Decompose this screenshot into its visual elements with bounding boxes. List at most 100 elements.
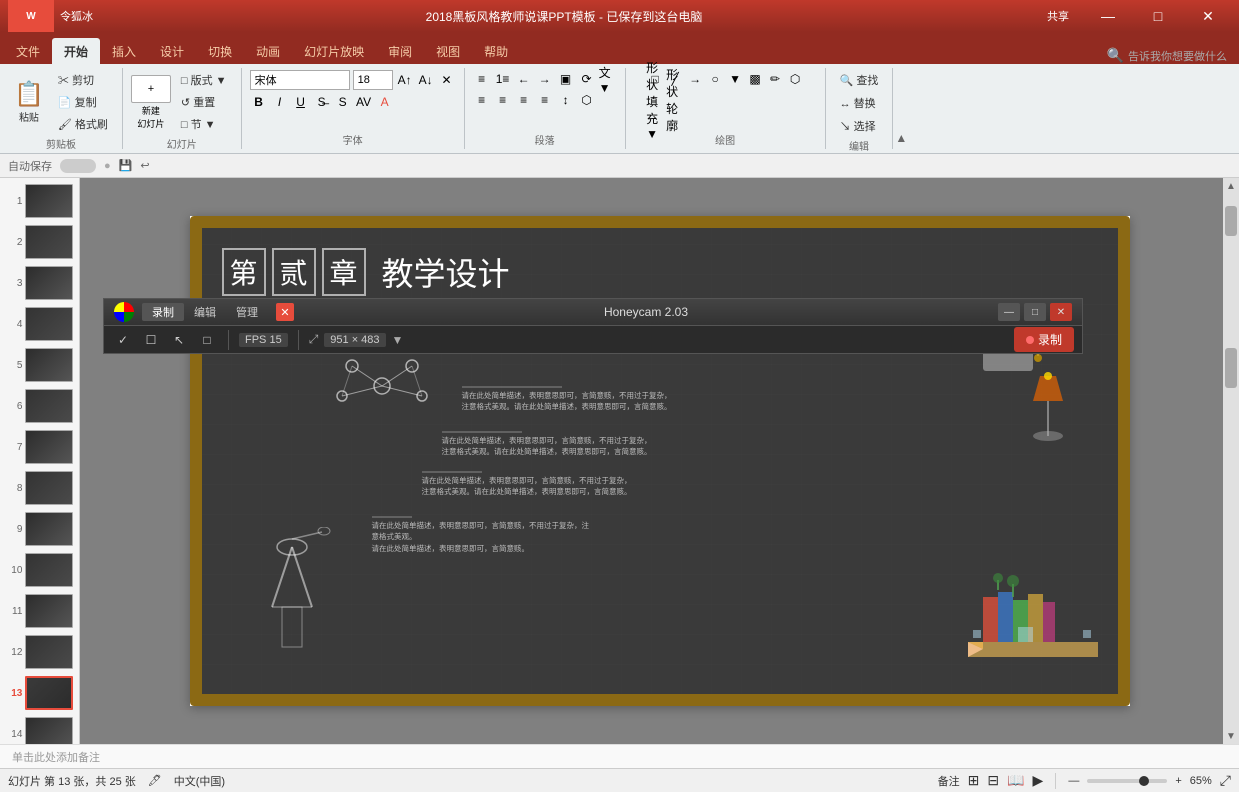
slide-thumb-10[interactable]: 10: [4, 551, 75, 589]
copy-button[interactable]: 📄 复制: [52, 92, 114, 112]
text-direction-button[interactable]: ⟳: [578, 70, 596, 88]
char-spacing-button[interactable]: AV: [355, 93, 373, 111]
slide-layout-button[interactable]: □ 版式 ▼: [175, 70, 233, 90]
cut-button[interactable]: ✂ 剪切: [52, 70, 114, 90]
save-icon[interactable]: 💾: [119, 159, 133, 172]
font-color-button[interactable]: A: [376, 93, 394, 111]
slide-thumb-9[interactable]: 9: [4, 510, 75, 548]
honeycam-rect-select[interactable]: □: [196, 329, 218, 351]
slide-thumb-6[interactable]: 6: [4, 387, 75, 425]
honeycam-maximize[interactable]: □: [1024, 303, 1046, 321]
line-spacing[interactable]: ↕: [557, 91, 575, 109]
honeycam-tab-edit[interactable]: 编辑: [184, 303, 226, 321]
honeycam-size[interactable]: 951 × 483: [324, 333, 385, 347]
tab-animations[interactable]: 动画: [244, 38, 292, 64]
shape-outline-btn[interactable]: 形状轮廓: [666, 91, 684, 109]
view-slideshow[interactable]: ▶: [1033, 772, 1044, 789]
view-slide-sorter[interactable]: ⊟: [987, 772, 999, 789]
tab-file[interactable]: 文件: [4, 38, 52, 64]
scroll-down-arrow[interactable]: ▼: [1223, 728, 1239, 744]
slide-thumb-12[interactable]: 12: [4, 633, 75, 671]
slide-thumb-14[interactable]: 14: [4, 715, 75, 744]
italic-button[interactable]: I: [271, 93, 289, 111]
ribbon-collapse[interactable]: ▲: [895, 131, 907, 145]
convert-smartart[interactable]: ⬡: [578, 91, 596, 109]
view-normal[interactable]: ⊞: [968, 772, 980, 789]
close-button[interactable]: ✕: [1185, 0, 1231, 32]
shape-circle[interactable]: ○: [706, 70, 724, 88]
new-slide-button[interactable]: +: [131, 75, 171, 103]
honeycam-minimize[interactable]: —: [998, 303, 1020, 321]
shadow-button[interactable]: S: [334, 93, 352, 111]
honeycam-dropdown[interactable]: ▼: [392, 333, 404, 347]
honeycam-close-tab[interactable]: ✕: [276, 303, 294, 321]
shape-arrow[interactable]: →: [686, 70, 704, 88]
honeycam-tab-record[interactable]: 录制: [142, 303, 184, 321]
tab-transitions[interactable]: 切换: [196, 38, 244, 64]
align-left[interactable]: ≡: [473, 91, 491, 109]
slide-thumb-1[interactable]: 1: [4, 182, 75, 220]
zoom-in[interactable]: +: [1175, 775, 1181, 787]
font-size-up[interactable]: A↑: [396, 71, 414, 89]
slide-thumb-5[interactable]: 5: [4, 346, 75, 384]
zoom-out[interactable]: —: [1068, 775, 1079, 787]
honeycam-fps[interactable]: FPS 15: [239, 333, 288, 347]
tab-insert[interactable]: 插入: [100, 38, 148, 64]
replace-button[interactable]: ↔ 替换: [834, 93, 885, 113]
view-reading[interactable]: 📖: [1007, 772, 1024, 789]
effects-btn[interactable]: ⬡: [786, 70, 804, 88]
honeycam-tab-manage[interactable]: 管理: [226, 303, 268, 321]
autosave-toggle[interactable]: [60, 159, 96, 173]
justify[interactable]: ≡: [536, 91, 554, 109]
slide-thumb-3[interactable]: 3: [4, 264, 75, 302]
find-button[interactable]: 🔍 查找: [834, 70, 885, 90]
scroll-thumb[interactable]: [1225, 348, 1237, 388]
search-placeholder[interactable]: 告诉我你想要做什么: [1128, 48, 1227, 64]
fill-color[interactable]: ▩: [746, 70, 764, 88]
align-center[interactable]: ≡: [494, 91, 512, 109]
increase-indent[interactable]: →: [536, 70, 554, 88]
tab-slideshow[interactable]: 幻灯片放映: [292, 38, 376, 64]
honeycam-record-button[interactable]: 录制: [1014, 327, 1074, 352]
slide-thumb-11[interactable]: 11: [4, 592, 75, 630]
font-selector[interactable]: 宋体: [250, 70, 350, 90]
text-align-button[interactable]: 文▼: [599, 70, 617, 88]
bold-button[interactable]: B: [250, 93, 268, 111]
section-button[interactable]: □ 节 ▼: [175, 114, 233, 134]
tab-home[interactable]: 开始: [52, 38, 100, 64]
scroll-thumb-up[interactable]: [1225, 206, 1237, 236]
strikethrough-button[interactable]: S̶: [313, 93, 331, 111]
clear-format-btn[interactable]: ✕: [438, 71, 456, 89]
slide-thumb-8[interactable]: 8: [4, 469, 75, 507]
tab-design[interactable]: 设计: [148, 38, 196, 64]
underline-button[interactable]: U: [292, 93, 310, 111]
tab-help[interactable]: 帮助: [472, 38, 520, 64]
share-button[interactable]: 共享: [1035, 0, 1081, 32]
honeycam-close[interactable]: ✕: [1050, 303, 1072, 321]
notes-btn[interactable]: 备注: [938, 773, 960, 789]
maximize-button[interactable]: □: [1135, 0, 1181, 32]
slide-thumb-13[interactable]: 13: [4, 674, 75, 712]
number-list-button[interactable]: 1≡: [494, 70, 512, 88]
minimize-button[interactable]: —: [1085, 0, 1131, 32]
reset-button[interactable]: ↺ 重置: [175, 92, 233, 112]
slide-thumb-4[interactable]: 4: [4, 305, 75, 343]
slide-thumb-2[interactable]: 2: [4, 223, 75, 261]
paste-button[interactable]: 📋 粘贴: [8, 76, 50, 128]
honeycam-checkbox[interactable]: ☐: [140, 329, 162, 351]
tab-view[interactable]: 视图: [424, 38, 472, 64]
fit-window[interactable]: ⤢: [1220, 772, 1231, 789]
slide-thumb-7[interactable]: 7: [4, 428, 75, 466]
font-size-down[interactable]: A↓: [417, 71, 435, 89]
line-color[interactable]: ✏: [766, 70, 784, 88]
honeycam-check[interactable]: ✓: [112, 329, 134, 351]
tab-review[interactable]: 审阅: [376, 38, 424, 64]
format-painter-button[interactable]: 🖌 格式刷: [52, 114, 114, 134]
decrease-indent[interactable]: ←: [515, 70, 533, 88]
scroll-up-arrow[interactable]: ▲: [1223, 178, 1239, 194]
shape-fill-btn[interactable]: 形状填充▼: [646, 91, 664, 109]
honeycam-titlebar[interactable]: 录制 编辑 管理 ✕ Honeycam 2.03 — □ ✕: [104, 299, 1082, 325]
vertical-scrollbar[interactable]: ▲ ▼: [1223, 178, 1239, 744]
zoom-level[interactable]: 65%: [1190, 775, 1212, 787]
honeycam-cursor[interactable]: ↖: [168, 329, 190, 351]
